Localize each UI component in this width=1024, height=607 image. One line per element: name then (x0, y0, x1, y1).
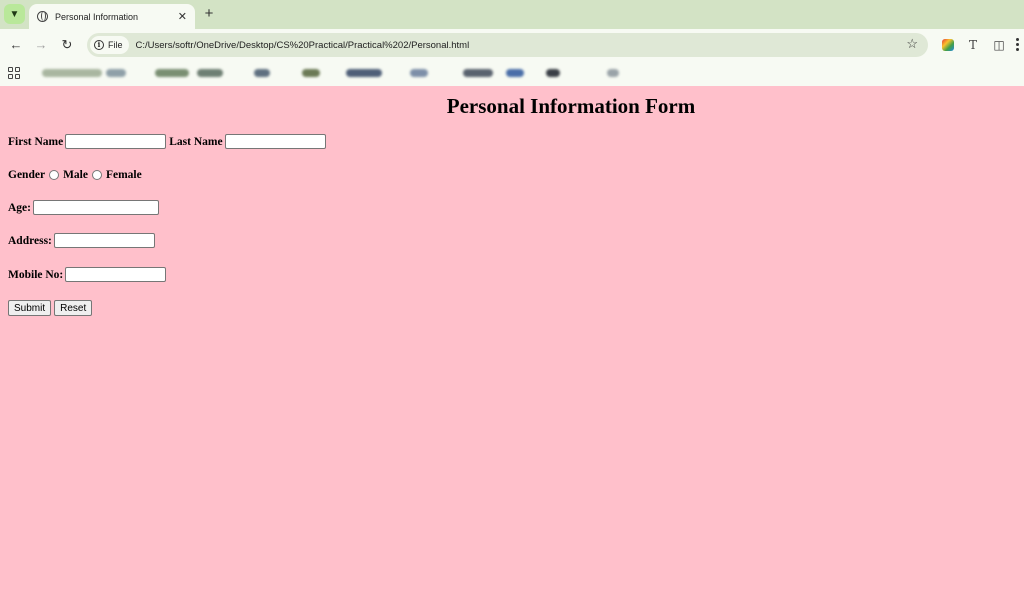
page-body: Personal Information Form First Name Las… (0, 86, 1024, 607)
extensions-puzzle-icon[interactable]: ◫ (991, 37, 1007, 53)
info-icon: i (94, 40, 104, 50)
chevron-down-icon: ▼ (9, 8, 20, 20)
gender-male-label: Male (63, 169, 88, 181)
new-tab-button[interactable]: + (201, 6, 217, 22)
bookmark-item[interactable] (546, 69, 560, 77)
address-row: Address: (8, 233, 158, 248)
url-text[interactable]: C:/Users/softr/OneDrive/Desktop/CS%20Pra… (136, 40, 470, 51)
bookmark-item[interactable] (410, 69, 428, 77)
submit-button[interactable]: Submit (8, 300, 52, 316)
bookmark-item[interactable] (155, 69, 189, 77)
bookmark-item[interactable] (197, 69, 223, 77)
bookmark-item[interactable] (346, 69, 382, 77)
name-row: First Name Last Name (8, 134, 329, 149)
mobile-label: Mobile No: (8, 268, 64, 281)
age-input[interactable] (33, 200, 159, 215)
browser-tab[interactable]: Personal Information ✕ (29, 4, 195, 29)
bookmark-item[interactable] (254, 69, 270, 77)
bookmark-item[interactable] (42, 69, 102, 77)
extension-color-icon[interactable] (942, 39, 954, 51)
bookmark-item[interactable] (607, 69, 619, 77)
bookmark-item[interactable] (506, 69, 524, 77)
arrow-right-icon: → (34, 37, 48, 52)
address-label: Address: (8, 234, 52, 247)
tab-search-button[interactable]: ▼ (4, 4, 25, 24)
gender-female-label: Female (105, 169, 142, 181)
bookmarks-bar (0, 61, 1024, 86)
gender-label: Gender (8, 169, 46, 181)
gender-row: Gender Male Female (8, 169, 142, 181)
apps-grid-icon[interactable] (8, 67, 20, 79)
page-title: Personal Information Form (446, 94, 696, 118)
bookmark-item[interactable] (302, 69, 320, 77)
reload-icon: ↻ (61, 37, 73, 52)
bookmark-item[interactable] (463, 69, 493, 77)
tab-title: Personal Information (55, 11, 139, 22)
menu-dots-icon[interactable] (1016, 38, 1019, 51)
bookmark-item[interactable] (106, 69, 126, 77)
form-buttons: Submit Reset (8, 300, 95, 316)
arrow-left-icon: ← (9, 37, 23, 52)
extension-text-icon[interactable]: T (965, 37, 981, 53)
forward-button[interactable]: → (32, 36, 50, 54)
reset-button[interactable]: Reset (54, 300, 93, 316)
address-input[interactable] (53, 233, 155, 248)
back-button[interactable]: ← (7, 36, 25, 54)
mobile-row: Mobile No: (8, 267, 169, 282)
close-icon[interactable]: ✕ (178, 10, 187, 23)
reload-button[interactable]: ↻ (58, 36, 76, 54)
site-info-chip[interactable]: i File (90, 36, 129, 54)
first-name-label: First Name (8, 135, 64, 148)
browser-tabstrip: ▼ Personal Information ✕ + (0, 0, 1024, 29)
gender-female-radio[interactable] (91, 170, 102, 180)
first-name-input[interactable] (65, 134, 167, 149)
age-row: Age: (8, 200, 162, 215)
last-name-input[interactable] (224, 134, 326, 149)
plus-icon: + (204, 5, 214, 22)
address-bar[interactable]: i File C:/Users/softr/OneDrive/Desktop/C… (87, 33, 928, 57)
last-name-label: Last Name (169, 135, 223, 148)
globe-icon (37, 11, 48, 22)
bookmark-star-icon[interactable]: ☆ (906, 36, 918, 52)
age-label: Age: (8, 201, 31, 214)
file-label: File (108, 40, 123, 50)
browser-toolbar: ← → ↻ i File C:/Users/softr/OneDrive/Des… (0, 29, 1024, 61)
gender-male-radio[interactable] (49, 170, 60, 180)
mobile-input[interactable] (65, 267, 167, 282)
